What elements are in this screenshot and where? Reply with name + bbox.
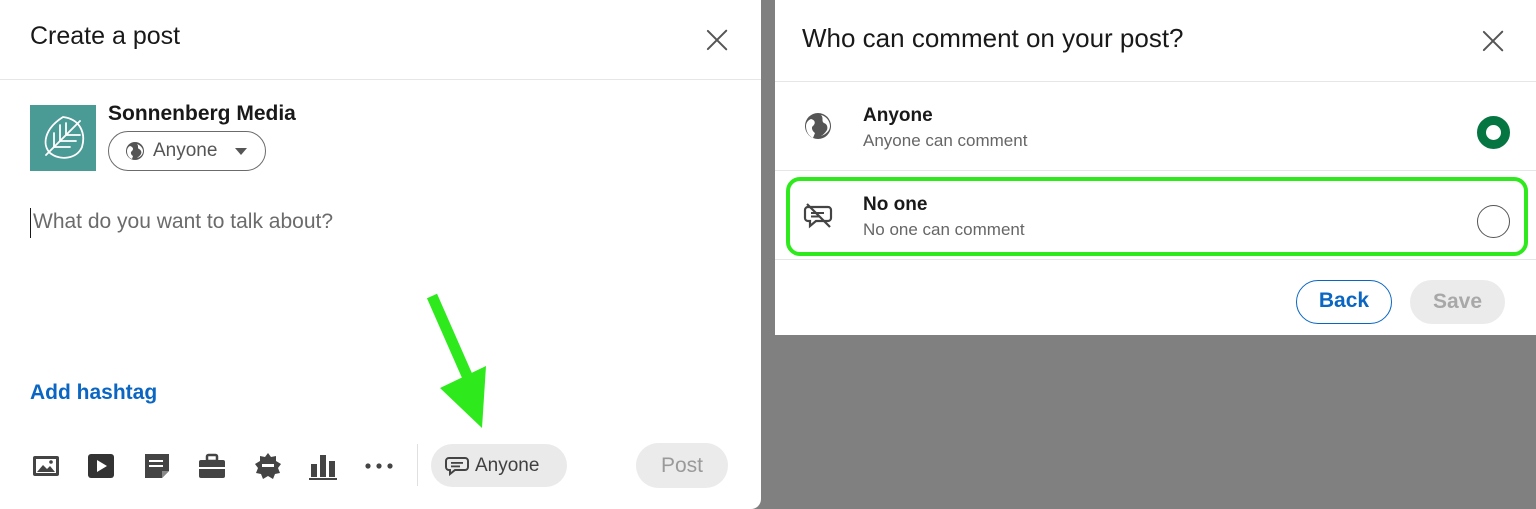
add-hashtag-link[interactable]: Add hashtag bbox=[30, 381, 157, 405]
save-button[interactable]: Save bbox=[1410, 280, 1505, 324]
option-subtitle: Anyone can comment bbox=[863, 131, 1028, 150]
document-icon[interactable] bbox=[142, 451, 172, 481]
celebrate-icon[interactable] bbox=[253, 451, 283, 481]
video-icon[interactable] bbox=[86, 451, 116, 481]
create-post-modal: Create a post Sonnenberg Media Anyone Wh… bbox=[0, 0, 761, 509]
post-text-input[interactable]: What do you want to talk about? bbox=[30, 208, 730, 238]
comment-settings-header: Who can comment on your post? bbox=[775, 0, 1536, 82]
post-button[interactable]: Post bbox=[636, 443, 728, 488]
create-post-header: Create a post bbox=[0, 0, 761, 80]
comment-settings-modal: Who can comment on your post? Anyone Any… bbox=[775, 0, 1536, 335]
toolbar-divider bbox=[417, 444, 418, 486]
more-icon[interactable] bbox=[364, 451, 394, 481]
avatar bbox=[30, 105, 96, 171]
option-anyone[interactable]: Anyone Anyone can comment bbox=[775, 83, 1536, 171]
close-icon[interactable] bbox=[702, 25, 732, 55]
globe-icon bbox=[805, 113, 831, 139]
photo-icon[interactable] bbox=[31, 451, 61, 481]
annotation-arrow-icon bbox=[426, 293, 486, 428]
poll-icon[interactable] bbox=[308, 451, 338, 481]
highlight-box bbox=[786, 177, 1528, 256]
audience-selector-button[interactable]: Anyone bbox=[108, 131, 266, 171]
comment-settings-title: Who can comment on your post? bbox=[802, 23, 1184, 53]
create-post-title: Create a post bbox=[30, 22, 181, 50]
close-icon[interactable] bbox=[1478, 26, 1508, 56]
globe-icon bbox=[126, 142, 144, 160]
back-button[interactable]: Back bbox=[1296, 280, 1392, 324]
option-title: Anyone bbox=[863, 105, 933, 126]
leaf-logo-icon bbox=[44, 116, 85, 159]
comment-control-label: Anyone bbox=[475, 455, 540, 476]
caret-down-icon bbox=[235, 148, 247, 155]
audience-label: Anyone bbox=[153, 140, 218, 161]
author-name: Sonnenberg Media bbox=[108, 102, 296, 125]
radio-selected[interactable] bbox=[1477, 116, 1510, 149]
job-icon[interactable] bbox=[197, 451, 227, 481]
comment-icon bbox=[445, 457, 469, 476]
comment-control-button[interactable]: Anyone bbox=[431, 444, 567, 487]
